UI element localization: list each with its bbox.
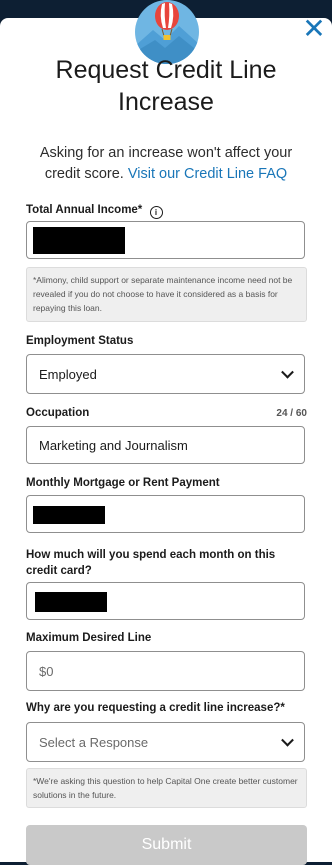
modal-title: Request Credit Line Increase	[55, 56, 277, 116]
max-line-input[interactable]: $0	[26, 651, 305, 691]
income-label: Total Annual Income* i	[26, 204, 163, 219]
mortgage-input[interactable]	[26, 495, 305, 533]
redacted-value	[35, 592, 107, 612]
redacted-value	[33, 506, 105, 524]
occupation-char-counter: 24 / 60	[276, 408, 307, 419]
income-label-text: Total Annual Income*	[26, 204, 143, 216]
employment-label: Employment Status	[26, 335, 134, 347]
chevron-down-icon	[281, 365, 294, 379]
reason-placeholder: Select a Response	[39, 734, 149, 750]
occupation-label: Occupation	[26, 407, 90, 419]
reason-select[interactable]: Select a Response	[26, 722, 305, 762]
occupation-value: Marketing and Journalism	[39, 437, 188, 453]
monthly-spend-input[interactable]	[26, 582, 305, 620]
occupation-input[interactable]: Marketing and Journalism	[26, 426, 305, 464]
employment-select[interactable]: Employed	[26, 354, 305, 394]
reason-disclaimer: *We're asking this question to help Capi…	[26, 768, 307, 808]
monthly-spend-label: How much will you spend each month on th…	[26, 549, 276, 577]
reason-label: Why are you requesting a credit line inc…	[26, 702, 285, 714]
mortgage-label: Monthly Mortgage or Rent Payment	[26, 477, 220, 489]
close-button[interactable]: ✕	[302, 15, 326, 43]
close-icon: ✕	[302, 13, 326, 44]
submit-button[interactable]: Submit	[26, 825, 307, 865]
income-input[interactable]	[26, 221, 305, 259]
max-line-placeholder: $0	[39, 663, 54, 679]
redacted-value	[33, 227, 125, 254]
employment-value: Employed	[39, 366, 97, 382]
modal-subtitle: Asking for an increase won't affect your…	[26, 143, 306, 185]
info-icon[interactable]: i	[149, 206, 163, 219]
income-disclaimer: *Alimony, child support or separate main…	[26, 267, 307, 322]
max-line-label: Maximum Desired Line	[26, 632, 152, 644]
credit-line-modal: ✕ Request Credit Line Increase Asking fo…	[0, 0, 332, 865]
chevron-down-icon	[281, 733, 294, 747]
credit-line-faq-link[interactable]: Visit our Credit Line FAQ	[128, 166, 287, 182]
